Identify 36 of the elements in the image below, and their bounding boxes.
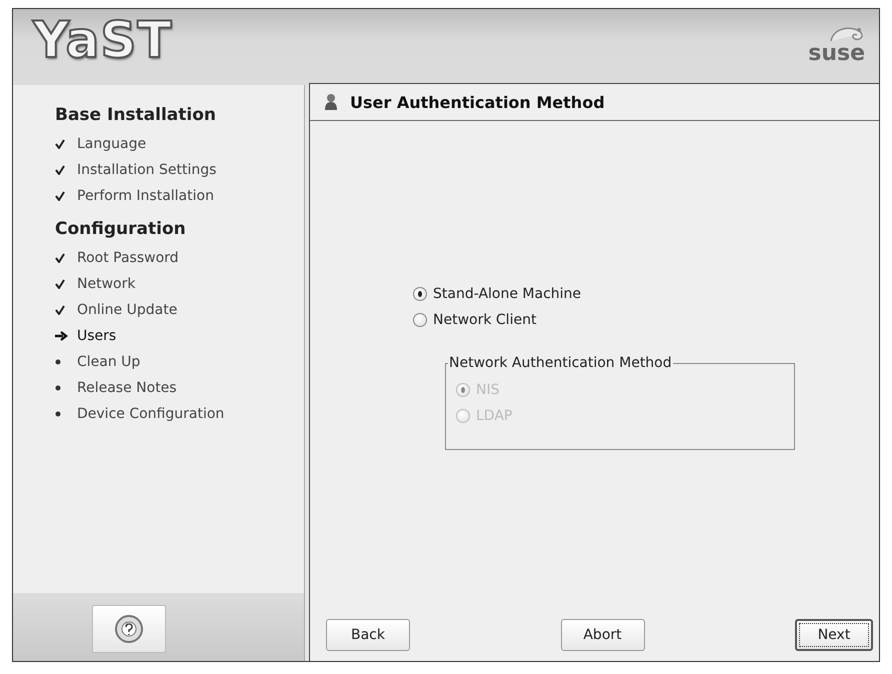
brand-logo: suse: [808, 43, 865, 65]
step-label: Online Update: [77, 302, 178, 318]
check-icon: [55, 305, 65, 315]
check-icon: [55, 279, 65, 289]
arrow-icon: [55, 331, 68, 341]
section-heading: Base Installation: [55, 105, 218, 125]
dialog-button[interactable]: Back: [326, 619, 410, 651]
step-label: Language: [77, 136, 146, 152]
step-label: Release Notes: [77, 380, 177, 396]
bullet-icon: [55, 385, 61, 391]
help-button[interactable]: [92, 605, 166, 653]
step-label: Device Configuration: [77, 406, 224, 422]
check-icon: [55, 191, 65, 201]
bullet-icon: [55, 411, 61, 417]
bullet-icon: [55, 359, 61, 365]
step-label: Clean Up: [77, 354, 140, 370]
step-label: Installation Settings: [77, 162, 216, 178]
help-icon: [114, 614, 144, 644]
user-icon: [324, 93, 340, 111]
group-title: Network Authentication Method: [448, 355, 673, 371]
radio-button[interactable]: [413, 313, 427, 327]
radio-button[interactable]: [413, 287, 427, 301]
dialog-title: User Authentication Method: [350, 92, 605, 112]
check-icon: [55, 139, 65, 149]
option-label[interactable]: Network Client: [433, 311, 536, 329]
dialog-button[interactable]: Abort: [560, 619, 644, 651]
check-icon: [55, 253, 65, 263]
dialog-button[interactable]: Next: [795, 619, 873, 651]
step-label: Users: [77, 328, 116, 344]
logo: YaST: [33, 15, 172, 65]
option-label[interactable]: Stand-Alone Machine: [433, 285, 582, 303]
check-icon: [55, 165, 65, 175]
step-label: Network: [77, 276, 136, 292]
step-label: Root Password: [77, 250, 179, 266]
step-label: Perform Installation: [77, 188, 214, 204]
section-heading: Configuration: [55, 219, 187, 239]
